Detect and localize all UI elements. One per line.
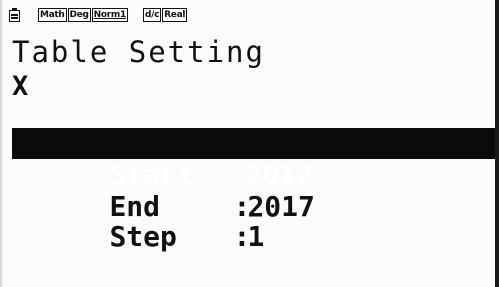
setting-row-end[interactable]: End:2017 (12, 160, 495, 222)
number-format-badge: Norm1 (91, 7, 128, 22)
setting-row-start[interactable]: Start:2012 (12, 128, 495, 190)
calculator-screen: Math Deg Norm1 d/c Real Table Setting X … (0, 0, 499, 287)
complex-mode-badge: Real (162, 7, 188, 22)
variable-label: X (12, 71, 29, 102)
fraction-format-badge: d/c (142, 7, 162, 22)
battery-icon (9, 7, 20, 22)
screen-left-edge (0, 0, 2, 287)
setting-colon: : (233, 220, 251, 253)
screen-right-edge (495, 0, 499, 287)
setting-label-step: Step (109, 220, 177, 253)
math-mode-badge: Math (38, 7, 67, 22)
setting-value-step[interactable]: 1 (247, 220, 264, 253)
status-bar: Math Deg Norm1 d/c Real (9, 6, 188, 23)
setting-row-step[interactable]: Step:1 (12, 190, 495, 252)
angle-unit-badge: Deg (67, 7, 91, 22)
page-title: Table Setting (12, 35, 265, 69)
